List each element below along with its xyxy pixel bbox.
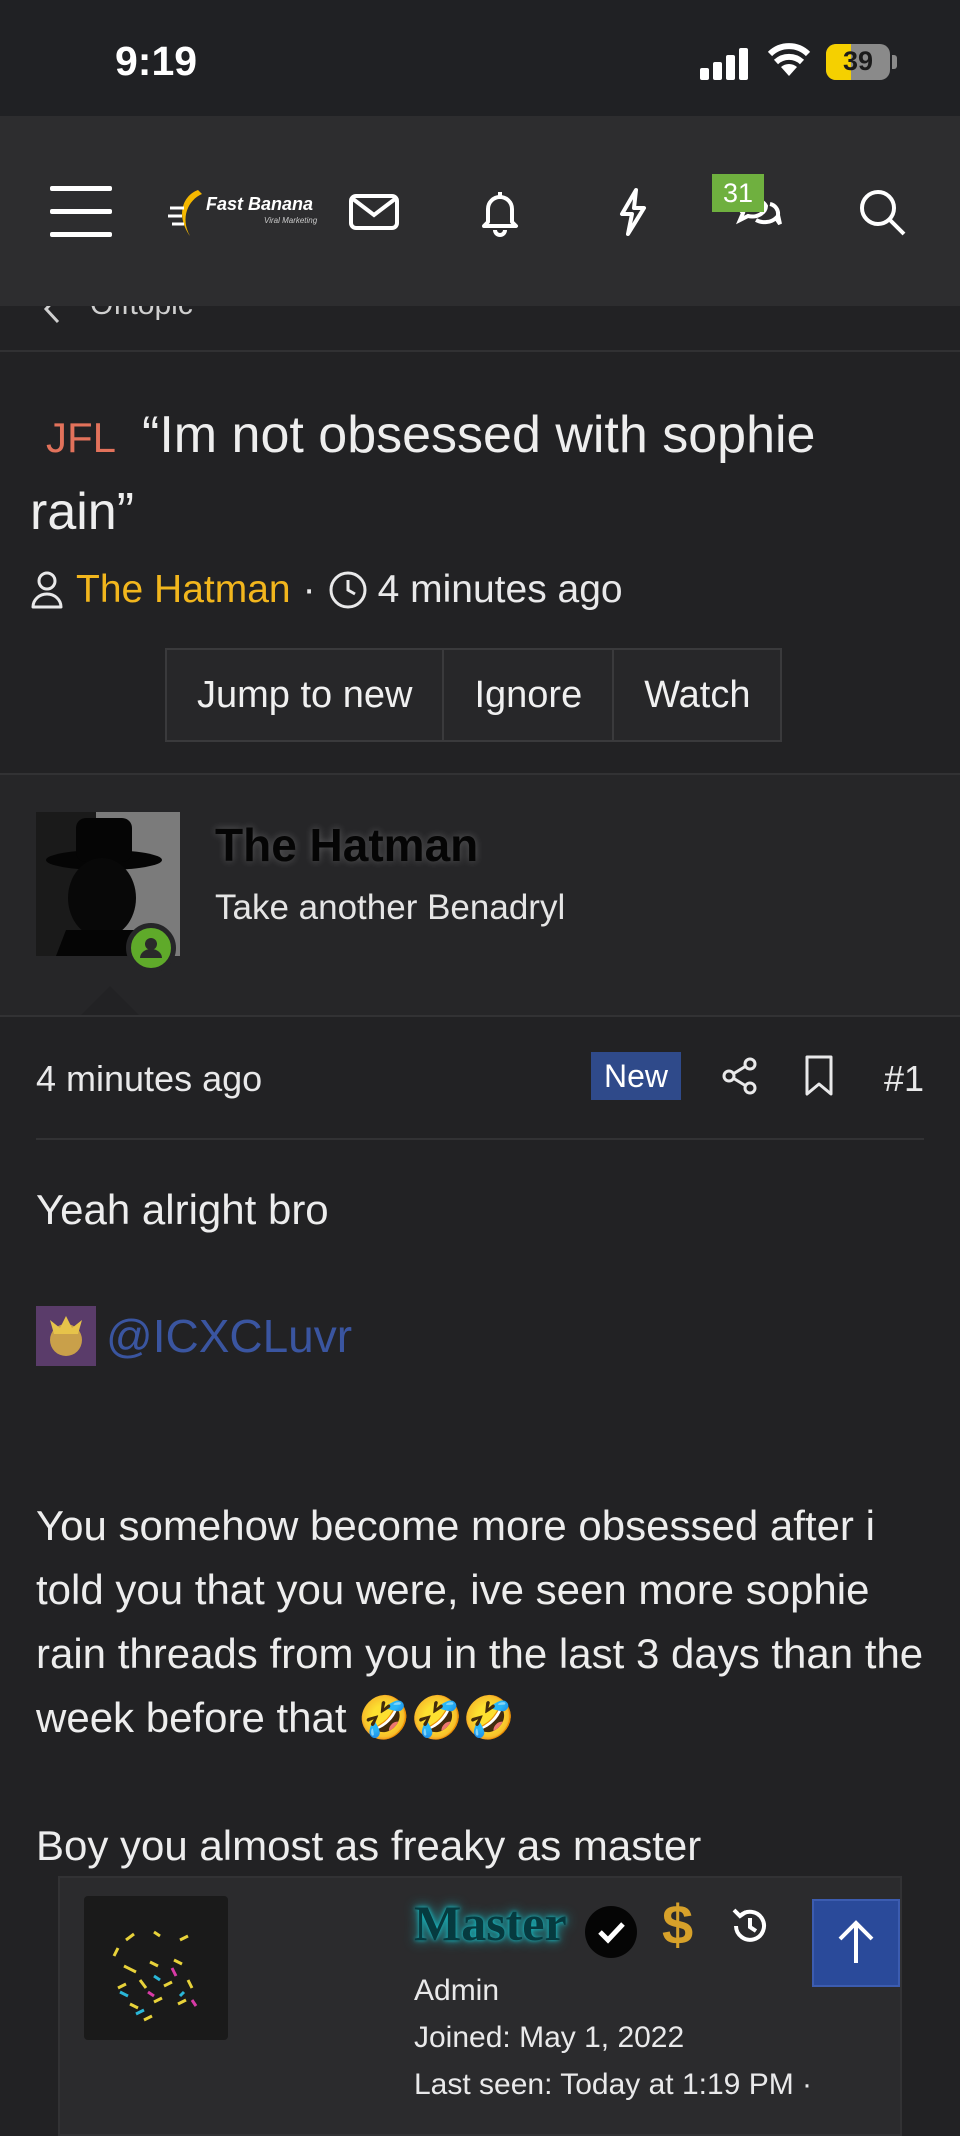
- signal-icon: [700, 46, 752, 80]
- watch-button[interactable]: Watch: [614, 650, 780, 740]
- breadcrumb[interactable]: Offtopic: [0, 306, 960, 352]
- jump-to-new-button[interactable]: Jump to new: [167, 650, 445, 740]
- logo-text: Fast Banana: [206, 194, 314, 214]
- history-icon: [732, 1908, 766, 1942]
- post-header: 4 minutes ago New #1: [36, 1052, 924, 1138]
- popup-role: Admin: [414, 1974, 500, 2007]
- popup-joined: Joined: May 1, 2022: [414, 2021, 685, 2054]
- online-indicator: [126, 923, 176, 973]
- popup-username[interactable]: Master: [414, 1894, 567, 1952]
- mail-icon[interactable]: [346, 184, 402, 240]
- divider: [36, 1138, 924, 1140]
- thread-prefix[interactable]: JFL: [46, 414, 116, 461]
- scroll-to-top-button[interactable]: [812, 1899, 900, 1987]
- verified-icon: [585, 1906, 637, 1958]
- bookmark-icon[interactable]: [802, 1054, 836, 1098]
- new-badge: New: [591, 1052, 681, 1100]
- post-text-line: Boy you almost as freaky as master: [36, 1822, 702, 1869]
- thread-author[interactable]: The Hatman: [76, 568, 291, 612]
- breadcrumb-label: Offtopic: [90, 306, 193, 322]
- battery-icon: 39: [826, 44, 890, 80]
- user-icon: [31, 571, 63, 609]
- dollar-icon: $: [662, 1893, 694, 1956]
- thread-meta: The Hatman · 4 minutes ago: [30, 565, 623, 615]
- status-bar: 9:19 39: [0, 0, 960, 116]
- arrow-up-icon: [838, 1920, 874, 1963]
- thread-actions: Jump to new Ignore Watch: [165, 648, 783, 742]
- post-user-title: Take another Benadryl: [215, 888, 566, 927]
- status-time: 9:19: [115, 38, 198, 84]
- post-paragraph: You somehow become more obsessed after i…: [36, 1502, 924, 1741]
- post-text-line: Yeah alright bro: [36, 1186, 329, 1233]
- ignore-button[interactable]: Ignore: [444, 650, 615, 740]
- lightning-icon[interactable]: [604, 184, 660, 240]
- share-icon[interactable]: [720, 1056, 760, 1096]
- clock-icon: [329, 571, 367, 609]
- member-tooltip: Master $ Admin Joined: May 1, 2022 Last …: [58, 1876, 902, 2136]
- thread-title: JFL “Im not obsessed with sophie rain”: [30, 398, 930, 550]
- site-logo[interactable]: Fast Banana Viral Marketing: [168, 186, 318, 242]
- conversations-badge: 31: [712, 174, 764, 212]
- mention-name: @ICXCLuvr: [106, 1310, 353, 1362]
- search-icon[interactable]: [854, 184, 910, 240]
- bell-icon[interactable]: [472, 184, 528, 240]
- logo-subtext: Viral Marketing: [264, 216, 318, 225]
- post-username[interactable]: The Hatman: [215, 818, 478, 872]
- online-user-icon: [140, 938, 162, 958]
- thread-title-text: “Im not obsessed with sophie rain”: [30, 406, 816, 541]
- post-number[interactable]: #1: [884, 1058, 924, 1100]
- popup-last-seen: Last seen: Today at 1:19 PM ·: [414, 2068, 813, 2101]
- menu-icon[interactable]: [50, 186, 112, 238]
- battery-nub: [892, 55, 897, 69]
- message-pointer: [80, 986, 140, 1016]
- battery-level: 39: [842, 46, 874, 76]
- chevron-left-icon: [43, 306, 60, 324]
- post-time[interactable]: 4 minutes ago: [36, 1058, 262, 1100]
- meta-separator: ·: [302, 568, 316, 611]
- wifi-icon: [767, 43, 811, 76]
- mention-avatar: [36, 1306, 96, 1366]
- thread-time[interactable]: 4 minutes ago: [378, 568, 623, 612]
- divider: [0, 1015, 960, 1017]
- popup-avatar[interactable]: [84, 1896, 228, 2040]
- user-mention[interactable]: @ICXCLuvr: [36, 1305, 352, 1367]
- top-navigation: Fast Banana Viral Marketing 31: [0, 116, 960, 306]
